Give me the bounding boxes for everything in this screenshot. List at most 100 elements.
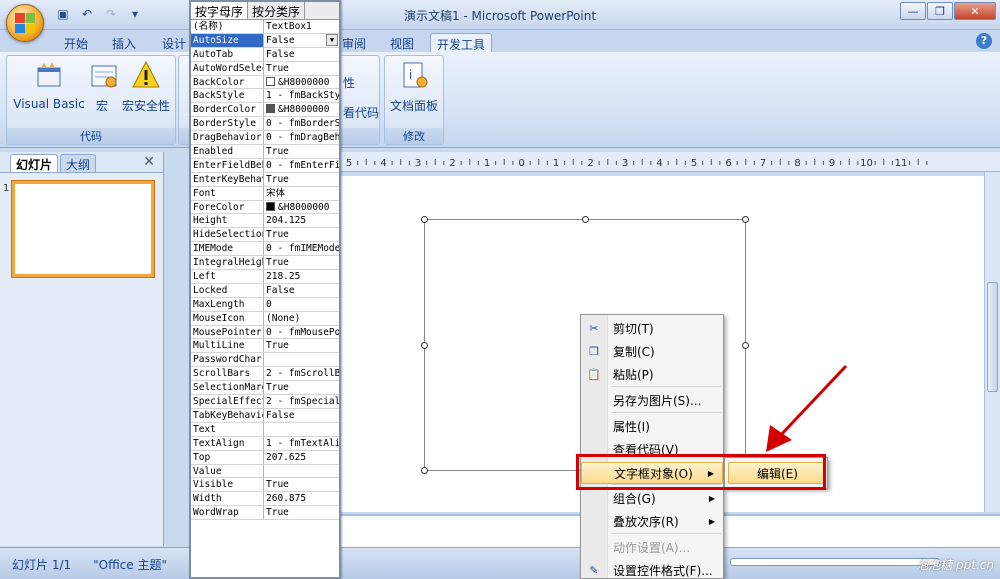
menu-item[interactable]: ❐ 复制(C) xyxy=(581,341,723,363)
property-row[interactable]: TabKeyBehaviorFalse xyxy=(191,408,339,423)
property-value[interactable]: 0 - fmBorderStyle xyxy=(264,117,339,130)
tab-alphabetic[interactable]: 按字母序 xyxy=(191,2,249,19)
property-row[interactable]: ScrollBars2 - fmScrollBars xyxy=(191,367,339,382)
property-row[interactable]: Font 宋体 xyxy=(191,186,339,201)
property-row[interactable]: Locked False xyxy=(191,283,339,298)
menu-item[interactable]: 📋 粘贴(P) xyxy=(581,364,723,386)
minimize-button[interactable]: — xyxy=(900,2,926,20)
document-panel-button[interactable]: i 文档面板 xyxy=(387,60,441,114)
property-value[interactable]: False xyxy=(264,409,339,422)
property-value[interactable]: 0 xyxy=(264,298,339,311)
property-row[interactable]: (名称) TextBox1 xyxy=(191,20,339,34)
property-value[interactable]: True xyxy=(264,228,339,241)
office-button[interactable] xyxy=(6,4,44,42)
property-value[interactable]: 207.625 xyxy=(264,451,339,464)
menu-item[interactable]: ✎ 设置控件格式(F)... xyxy=(581,560,723,579)
tab-categorized[interactable]: 按分类序 xyxy=(248,2,306,19)
help-icon[interactable]: ? xyxy=(976,33,992,49)
property-row[interactable]: BackStyle1 - fmBackStyle xyxy=(191,89,339,104)
property-value[interactable]: False xyxy=(264,48,339,61)
property-value[interactable]: 0 - fmDragBehavior xyxy=(264,131,339,144)
tab-view[interactable]: 视图 xyxy=(384,33,420,52)
tab-home[interactable]: 开始 xyxy=(58,33,94,52)
property-row[interactable]: EnterKeyBehaviorTrue xyxy=(191,172,339,187)
property-row[interactable]: HideSelection True xyxy=(191,228,339,243)
menu-item[interactable]: 属性(I) xyxy=(581,416,723,438)
tab-insert[interactable]: 插入 xyxy=(106,33,142,52)
property-value[interactable]: 宋体 xyxy=(264,187,339,200)
resize-handle[interactable] xyxy=(421,216,428,223)
tab-outline[interactable]: 大纲 xyxy=(60,154,97,172)
property-row[interactable]: MouseIcon (None) xyxy=(191,311,339,326)
property-value[interactable]: &H8000000 xyxy=(264,201,339,214)
menu-item[interactable]: 另存为图片(S)... xyxy=(581,390,723,412)
property-row[interactable]: AutoWordSelectTrue xyxy=(191,61,339,76)
property-value[interactable]: 218.25 xyxy=(264,270,339,283)
property-value[interactable]: &H8000000 xyxy=(264,76,339,89)
property-row[interactable]: ForeColor &H8000000 xyxy=(191,200,339,215)
tab-design[interactable]: 设计 xyxy=(156,33,192,52)
vertical-scrollbar[interactable] xyxy=(984,172,1000,512)
property-row[interactable]: Left 218.25 xyxy=(191,270,339,284)
property-row[interactable]: DragBehavior0 - fmDragBehavior xyxy=(191,131,339,146)
close-button[interactable]: ✕ xyxy=(954,2,996,20)
property-row[interactable]: TextAlign1 - fmTextAlign xyxy=(191,436,339,451)
property-value[interactable]: 204.125 xyxy=(264,214,339,227)
scrollbar-thumb[interactable] xyxy=(987,282,998,392)
property-row[interactable]: AutoTab False xyxy=(191,47,339,62)
resize-handle[interactable] xyxy=(742,216,749,223)
macro-security-button[interactable]: 宏安全性 xyxy=(119,60,173,114)
property-value[interactable]: True xyxy=(264,256,339,269)
property-row[interactable]: BorderColor &H8000000 xyxy=(191,103,339,118)
menu-item[interactable]: 叠放次序(R) ▶ xyxy=(581,511,723,533)
resize-handle[interactable] xyxy=(421,342,428,349)
property-value[interactable]: 260.875 xyxy=(264,492,339,505)
property-value[interactable]: 1 - fmTextAlign xyxy=(264,437,339,450)
property-value[interactable]: True xyxy=(264,173,339,186)
property-value[interactable]: 0 - fmIMEMode xyxy=(264,242,339,255)
tab-slides[interactable]: 幻灯片 xyxy=(10,154,59,172)
property-value[interactable]: &H8000000 xyxy=(264,103,339,116)
zoom-slider[interactable] xyxy=(730,558,940,566)
resize-handle[interactable] xyxy=(421,467,428,474)
tab-developer[interactable]: 开发工具 xyxy=(430,33,493,52)
property-value[interactable]: False xyxy=(264,284,339,297)
property-value[interactable] xyxy=(264,423,339,436)
property-value[interactable]: 1 - fmBackStyle xyxy=(264,89,339,102)
dropdown-arrow-icon[interactable]: ▼ xyxy=(326,33,338,46)
menu-item[interactable]: ✂ 剪切(T) xyxy=(581,318,723,340)
property-row[interactable]: MultiLine True xyxy=(191,339,339,354)
property-row[interactable]: Enabled True xyxy=(191,145,339,159)
tab-review[interactable]: 审阅 xyxy=(336,33,372,52)
property-row[interactable]: SelectionMarginTrue xyxy=(191,381,339,396)
visual-basic-button[interactable]: Visual Basic xyxy=(13,60,85,111)
property-row[interactable]: BorderStyle0 - fmBorderStyle xyxy=(191,117,339,132)
property-value[interactable] xyxy=(264,353,339,366)
property-value[interactable]: False ▼ xyxy=(264,33,339,47)
property-row[interactable]: PasswordChar xyxy=(191,353,339,368)
property-value[interactable]: True xyxy=(264,381,339,394)
property-row[interactable]: Visible True xyxy=(191,478,339,493)
property-value[interactable]: TextBox1 xyxy=(264,20,339,33)
property-row[interactable]: Text xyxy=(191,422,339,437)
menu-item[interactable]: 查看代码(V) xyxy=(581,439,723,461)
property-row[interactable]: AutoSize False ▼ xyxy=(191,33,339,48)
property-row[interactable]: SpecialEffect2 - fmSpecialEffect xyxy=(191,395,339,409)
property-value[interactable]: 0 - fmEnterField xyxy=(264,159,339,172)
property-value[interactable]: True xyxy=(264,506,339,519)
property-value[interactable]: 2 - fmSpecialEffect xyxy=(264,395,339,408)
property-row[interactable]: MousePointer0 - fmMousePointer xyxy=(191,325,339,340)
property-row[interactable]: MaxLength 0 xyxy=(191,297,339,312)
menu-item[interactable]: 文字框对象(O) ▶ xyxy=(581,462,723,484)
resize-handle[interactable] xyxy=(742,342,749,349)
property-value[interactable]: True xyxy=(264,145,339,158)
macros-button[interactable]: 宏 xyxy=(89,60,117,114)
restore-button[interactable]: ❐ xyxy=(927,2,953,20)
slide-thumbnail[interactable] xyxy=(12,181,154,277)
property-row[interactable]: Width 260.875 xyxy=(191,492,339,507)
menu-item-edit[interactable]: 编辑(E) xyxy=(728,462,824,484)
property-row[interactable]: Top 207.625 xyxy=(191,450,339,465)
property-row[interactable]: WordWrap True xyxy=(191,506,339,521)
property-value[interactable]: True xyxy=(264,62,339,75)
property-value[interactable] xyxy=(264,465,339,478)
